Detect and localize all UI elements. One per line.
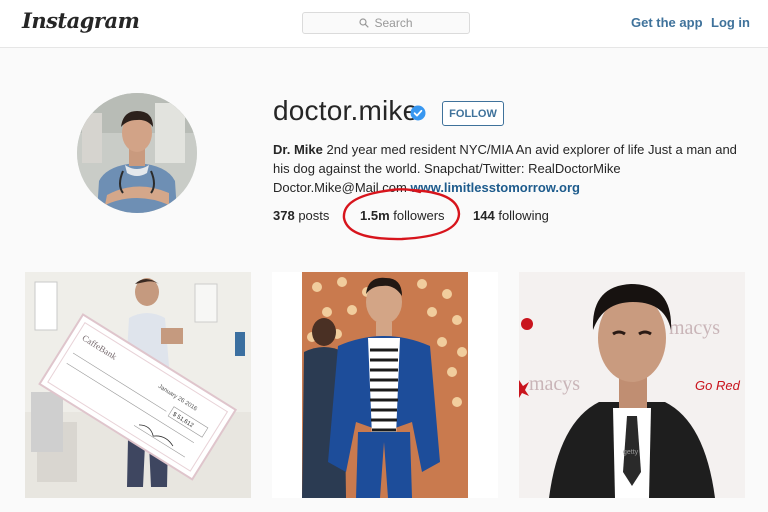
backdrop-text-gored: Go Red <box>695 378 741 393</box>
post-thumbnail-1[interactable]: CaffeBank January 26 2016 $ 51,612 <box>25 272 251 498</box>
post-thumbnail-2[interactable] <box>272 272 498 498</box>
search-placeholder: Search <box>374 16 413 30</box>
getty-watermark: getty <box>623 449 639 456</box>
following-number: 144 <box>473 208 495 223</box>
top-navigation-bar: Instagram Search Get the app Log in <box>0 0 768 48</box>
post-image-1: CaffeBank January 26 2016 $ 51,612 <box>25 272 251 498</box>
bio-line-2: his dog against the world. Snapchat/Twit… <box>273 161 621 176</box>
verified-badge-icon <box>410 105 426 121</box>
post-image-2 <box>272 272 498 498</box>
get-the-app-link[interactable]: Get the app <box>631 15 703 30</box>
posts-count: 378 posts <box>273 208 329 223</box>
backdrop-text-macys-2: macys <box>529 373 580 395</box>
profile-username: doctor.mike <box>273 95 419 126</box>
red-circle-annotation <box>342 188 461 241</box>
search-input[interactable]: Search <box>302 12 470 34</box>
posts-number: 378 <box>273 208 295 223</box>
following-count[interactable]: 144 following <box>473 208 549 223</box>
profile-avatar[interactable] <box>77 93 197 213</box>
follow-button[interactable]: FOLLOW <box>442 101 504 126</box>
following-label: following <box>498 208 549 223</box>
search-icon <box>359 18 370 28</box>
log-in-link[interactable]: Log in <box>711 15 750 30</box>
backdrop-text-macys-1: macys <box>669 317 720 339</box>
bio-line-1: 2nd year med resident NYC/MIA An avid ex… <box>322 142 737 157</box>
profile-full-name: Dr. Mike <box>273 142 323 157</box>
avatar-image <box>77 93 197 213</box>
post-thumbnail-3[interactable]: macys macys Go Red getty <box>519 272 745 498</box>
instagram-logo[interactable]: Instagram <box>22 8 140 33</box>
posts-label: posts <box>298 208 330 223</box>
post-image-3: macys macys Go Red getty <box>519 272 745 498</box>
